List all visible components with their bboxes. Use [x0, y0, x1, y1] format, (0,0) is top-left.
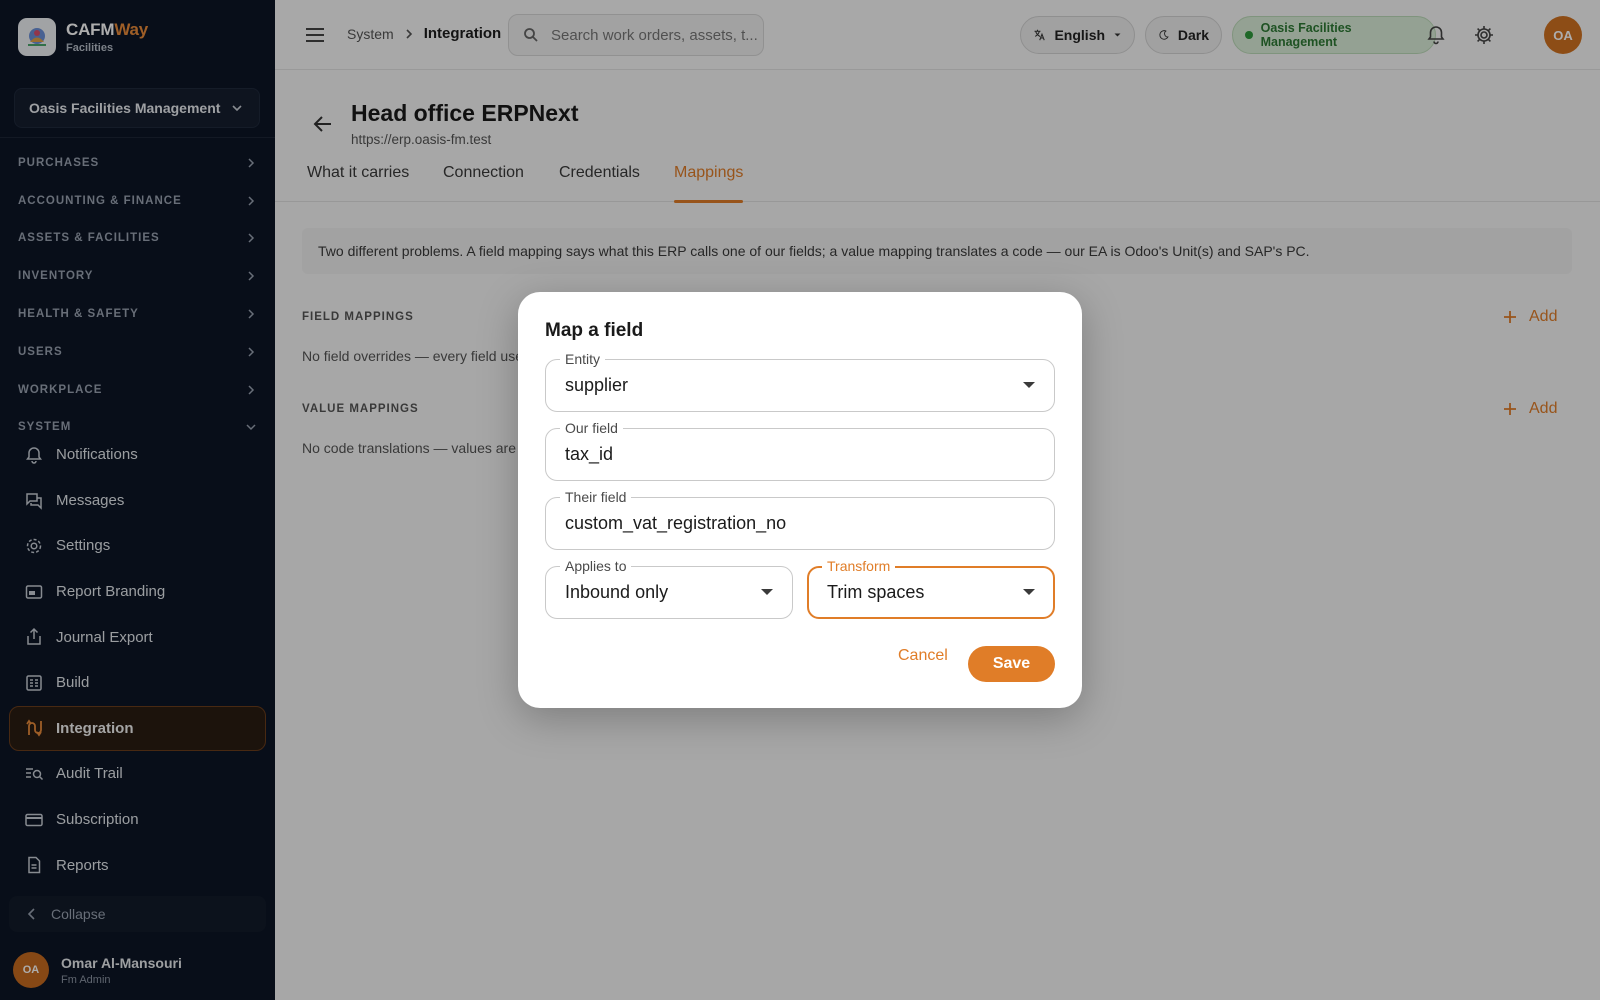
transform-select[interactable]: Transform Trim spaces [807, 558, 1055, 619]
field-label: Our field [560, 420, 623, 436]
dialog-title: Map a field [545, 320, 644, 341]
caret-down-icon [761, 588, 773, 595]
field-value: supplier [565, 375, 629, 395]
applies-to-select[interactable]: Applies to Inbound only [545, 558, 793, 619]
field-label: Applies to [560, 558, 632, 574]
field-label: Their field [560, 489, 632, 505]
entity-select[interactable]: Entity supplier [545, 351, 1055, 412]
caret-down-icon [1023, 381, 1035, 388]
their-field-input[interactable]: Their field custom_vat_registration_no [545, 489, 1055, 550]
cancel-button[interactable]: Cancel [898, 647, 948, 665]
field-value: tax_id [565, 444, 614, 464]
field-label: Transform [822, 558, 896, 574]
field-value: custom_vat_registration_no [565, 513, 787, 533]
map-field-dialog: Map a field Entity supplier Our field ta… [518, 292, 1082, 708]
field-value: Trim spaces [827, 582, 925, 602]
our-field-input[interactable]: Our field tax_id [545, 420, 1055, 481]
field-label: Entity [560, 351, 606, 367]
field-value: Inbound only [565, 582, 669, 602]
save-button[interactable]: Save [968, 646, 1055, 682]
caret-down-icon [1023, 588, 1035, 595]
